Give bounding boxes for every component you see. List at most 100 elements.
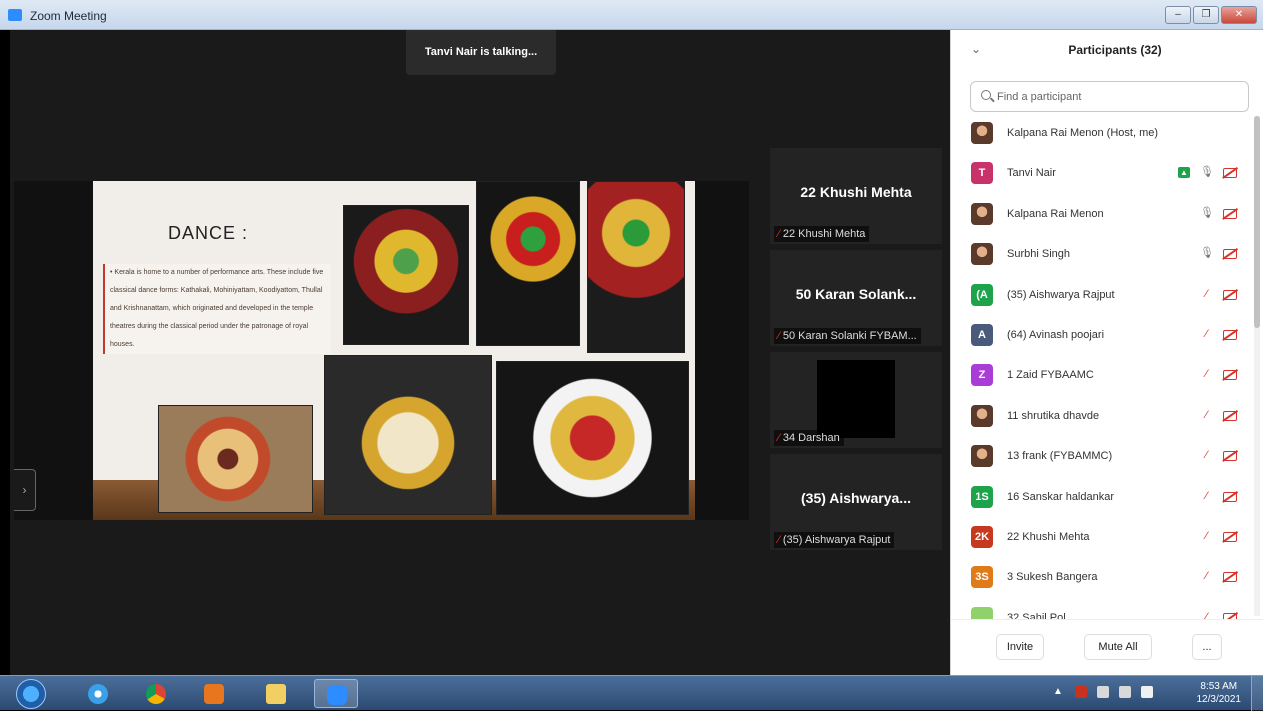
chrome-icon[interactable]	[134, 679, 178, 708]
video-off-icon[interactable]	[1223, 451, 1237, 462]
search-input[interactable]	[997, 88, 1237, 106]
video-tile[interactable]: 22 Khushi Mehta ⁄ 22 Khushi Mehta	[770, 148, 942, 244]
microphone-muted-icon[interactable]: ⁄	[1200, 530, 1213, 543]
microphone-muted-icon[interactable]: ⁄	[1200, 570, 1213, 583]
participant-row[interactable]: 2K 22 Khushi Mehta ⁄	[951, 518, 1251, 558]
participant-name: Tanvi Nair	[1007, 167, 1056, 180]
participant-name: (64) Avinash poojari	[1007, 328, 1105, 341]
video-off-icon[interactable]	[1223, 329, 1237, 340]
mute-all-button[interactable]: Mute All	[1084, 634, 1152, 660]
microphone-icon[interactable]: 🎙	[1200, 207, 1214, 220]
participant-row[interactable]: 1S 16 Sanskar haldankar ⁄	[951, 478, 1251, 518]
video-off-icon[interactable]	[1223, 531, 1237, 542]
microphone-muted-icon[interactable]: ⁄	[1200, 368, 1213, 381]
participant-row[interactable]: 3S 3 Sukesh Bangera ⁄	[951, 558, 1251, 598]
maximize-button[interactable]: ❐	[1193, 6, 1219, 24]
avatar: 2K	[971, 525, 993, 548]
expand-side-tab[interactable]: ›	[14, 469, 36, 511]
clock[interactable]: 8:53 AM 12/3/2021	[1197, 680, 1242, 706]
participant-name: 22 Khushi Mehta	[1007, 530, 1090, 543]
tile-name: 22 Khushi Mehta	[800, 184, 912, 200]
participant-row[interactable]: (A (35) Aishwarya Rajput ⁄	[951, 276, 1251, 316]
minimize-button[interactable]: ‒	[1165, 6, 1191, 24]
video-off-icon[interactable]	[1223, 208, 1237, 219]
invite-button[interactable]: Invite	[996, 634, 1044, 660]
video-off-icon[interactable]	[1223, 370, 1237, 381]
participant-status-icons: ⁄	[1200, 570, 1237, 583]
speaker-icon[interactable]	[1097, 686, 1109, 698]
microphone-icon[interactable]: 🎙	[1200, 166, 1214, 179]
video-off-icon[interactable]	[1223, 491, 1237, 502]
kathakali-photo-2	[476, 181, 580, 346]
video-off-icon[interactable]	[1223, 289, 1237, 300]
security-shield-icon[interactable]	[1075, 686, 1087, 698]
mic-muted-icon: ⁄	[778, 330, 780, 342]
action-center-icon[interactable]	[1141, 686, 1153, 698]
participant-list: Kalpana Rai Menon (Host, me) T Tanvi Nair ▲…	[951, 114, 1251, 619]
tile-label: ⁄ 22 Khushi Mehta	[774, 226, 870, 242]
video-off-icon[interactable]	[1223, 410, 1237, 421]
file-explorer-icon[interactable]	[254, 679, 298, 708]
avatar: T	[971, 162, 993, 185]
participant-row[interactable]: Z 1 Zaid FYBAAMC ⁄	[951, 356, 1251, 396]
network-icon[interactable]	[1119, 686, 1131, 698]
avatar: (A	[971, 283, 993, 306]
microphone-icon[interactable]: 🎙	[1200, 247, 1214, 260]
participant-name: Kalpana Rai Menon	[1007, 207, 1104, 220]
zoom-icon[interactable]	[314, 679, 358, 708]
participant-row[interactable]: Kalpana Rai Menon (Host, me)	[951, 114, 1251, 154]
start-button[interactable]	[16, 679, 46, 709]
microphone-muted-icon[interactable]: ⁄	[1200, 490, 1213, 503]
media-player-icon[interactable]	[192, 679, 236, 708]
participant-status-icons: ⁄	[1200, 409, 1237, 422]
participant-list-scrollbar[interactable]	[1254, 116, 1260, 616]
participant-video	[817, 360, 895, 438]
system-tray: ▲	[1053, 686, 1153, 698]
participant-name: 3 Sukesh Bangera	[1007, 571, 1098, 584]
participant-status-icons: ⁄	[1200, 611, 1237, 619]
participant-row[interactable]: 11 shrutika dhavde ⁄	[951, 397, 1251, 437]
participant-row[interactable]: Kalpana Rai Menon 🎙	[951, 195, 1251, 235]
search-icon	[981, 90, 991, 100]
screen-share-view[interactable]: DANCE : • Kerala is home to a number of …	[14, 181, 749, 520]
participant-row[interactable]: T Tanvi Nair ▲ 🎙	[951, 154, 1251, 194]
close-button[interactable]: ✕	[1221, 6, 1257, 24]
slide-title: DANCE :	[168, 223, 249, 243]
participant-row[interactable]: Surbhi Singh 🎙	[951, 235, 1251, 275]
tile-label: ⁄ (35) Aishwarya Rajput	[774, 532, 895, 548]
clock-time: 8:53 AM	[1200, 681, 1238, 692]
internet-explorer-icon[interactable]	[76, 679, 120, 708]
participant-row[interactable]: 13 frank (FYBAMMC) ⁄	[951, 437, 1251, 477]
window-controls: ‒ ❐ ✕	[1165, 6, 1257, 24]
tile-name: 50 Karan Solank...	[795, 286, 917, 302]
microphone-muted-icon[interactable]: ⁄	[1200, 449, 1213, 462]
avatar	[971, 445, 993, 468]
participant-status-icons: ▲ 🎙	[1178, 166, 1237, 179]
avatar	[971, 243, 993, 266]
participant-status-icons: ⁄	[1200, 490, 1237, 503]
video-tile[interactable]: ⁄ 34 Darshan	[770, 352, 942, 448]
participant-name: 16 Sanskar haldankar	[1007, 490, 1115, 503]
more-button[interactable]: ...	[1192, 634, 1222, 660]
avatar: 1S	[971, 485, 993, 508]
microphone-muted-icon[interactable]: ⁄	[1200, 288, 1213, 301]
video-tile[interactable]: 50 Karan Solank... ⁄ 50 Karan Solanki FYB…	[770, 250, 942, 346]
microphone-muted-icon[interactable]: ⁄	[1200, 611, 1213, 619]
mic-muted-icon: ⁄	[778, 534, 780, 546]
scrollbar-thumb[interactable]	[1254, 116, 1260, 328]
video-tile[interactable]: (35) Aishwarya... ⁄ (35) Aishwarya Rajput	[770, 454, 942, 550]
mic-muted-icon: ⁄	[778, 432, 780, 444]
microphone-muted-icon[interactable]: ⁄	[1200, 409, 1213, 422]
participant-search[interactable]	[970, 81, 1249, 112]
microphone-muted-icon[interactable]: ⁄	[1200, 328, 1213, 341]
participant-name: 32 Sahil Pol	[1007, 611, 1066, 619]
participant-row[interactable]: A (64) Avinash poojari ⁄	[951, 316, 1251, 356]
show-desktop-button[interactable]	[1251, 676, 1263, 711]
video-off-icon[interactable]	[1223, 249, 1237, 260]
participant-row[interactable]: 32 Sahil Pol ⁄	[951, 599, 1251, 619]
tray-arrow-icon[interactable]: ▲	[1053, 686, 1065, 698]
avatar	[971, 404, 993, 427]
video-off-icon[interactable]	[1223, 168, 1237, 179]
video-off-icon[interactable]	[1223, 572, 1237, 583]
participants-footer: Invite Mute All ...	[951, 619, 1263, 675]
